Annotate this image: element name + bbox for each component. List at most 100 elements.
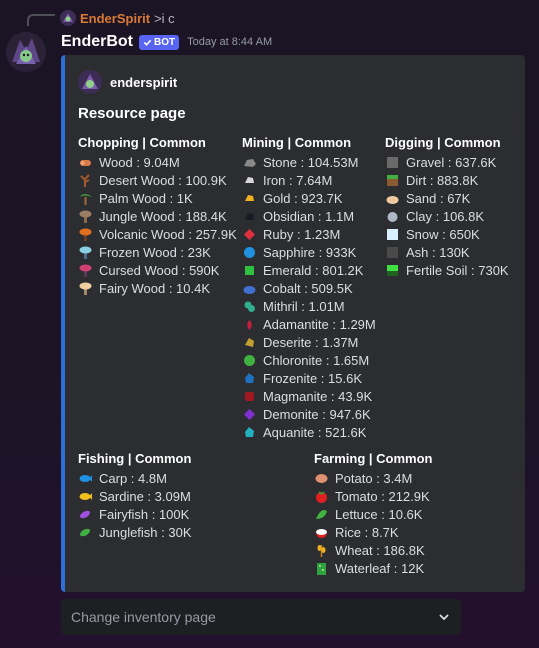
resource-item-label: Fairyfish : 100K <box>99 506 190 522</box>
resource-item-label: Chloronite : 1.65M <box>263 352 370 368</box>
resource-item: Lettuce : 10.6K <box>314 505 432 523</box>
resource-item-label: Waterleaf : 12K <box>335 560 425 576</box>
resource-item: Palm Wood : 1K <box>78 189 237 207</box>
iron-icon <box>245 176 254 183</box>
wood-icon <box>80 159 91 166</box>
frozenite-icon <box>245 372 254 383</box>
resource-item: Volcanic Wood : 257.9K <box>78 225 237 243</box>
resource-item: Wood : 9.04M <box>78 153 237 171</box>
field-farming: Farming | Common Potato : 3.4M Tomato : 2… <box>314 449 432 577</box>
resource-item: Demonite : 947.6K <box>242 405 376 423</box>
resource-item: Dirt : 883.8K <box>385 171 509 189</box>
carp-icon <box>79 474 92 482</box>
resource-item: Aquanite : 521.6K <box>242 423 376 441</box>
field-title: Digging | Common <box>385 135 501 150</box>
resource-item-label: Lettuce : 10.6K <box>335 506 423 522</box>
resource-item-label: Potato : 3.4M <box>335 470 413 486</box>
resource-item-label: Sapphire : 933K <box>263 244 357 260</box>
resource-item: Gravel : 637.6K <box>385 153 509 171</box>
resource-item: Junglefish : 30K <box>78 523 192 541</box>
field-digging: Digging | Common Gravel : 637.6K Dirt : 8… <box>385 133 509 279</box>
resource-item: Fairyfish : 100K <box>78 505 192 523</box>
ruby-icon <box>244 228 255 240</box>
resource-item: Emerald : 801.2K <box>242 261 376 279</box>
fertile-soil-icon <box>387 264 398 276</box>
magmanite-icon <box>245 391 254 401</box>
field-chopping: Chopping | Common Wood : 9.04M Desert Woo… <box>78 133 237 297</box>
resource-item: Frozenite : 15.6K <box>242 369 376 387</box>
resource-embed: enderspirit Resource page Chopping | Com… <box>61 55 525 592</box>
field-title: Farming | Common <box>314 451 433 466</box>
resource-item-label: Jungle Wood : 188.4K <box>99 208 227 224</box>
resource-item-label: Fertile Soil : 730K <box>406 262 509 278</box>
resource-item: Clay : 106.8K <box>385 207 509 225</box>
resource-item-label: Mithril : 1.01M <box>263 298 345 314</box>
verified-check-icon <box>143 39 152 46</box>
adamantite-icon <box>247 319 252 330</box>
resource-item-label: Dirt : 883.8K <box>406 172 479 188</box>
field-mining: Mining | Common Stone : 104.53M Iron : 7.… <box>242 133 376 441</box>
field-title: Mining | Common <box>242 135 352 150</box>
resource-item-label: Rice : 8.7K <box>335 524 399 540</box>
avatar[interactable] <box>6 32 46 72</box>
potato-icon <box>315 473 328 483</box>
resource-item: Ruby : 1.23M <box>242 225 376 243</box>
reply-avatar[interactable] <box>60 10 76 26</box>
resource-item: Iron : 7.64M <box>242 171 376 189</box>
sardine-icon <box>79 492 92 500</box>
resource-item: Sapphire : 933K <box>242 243 376 261</box>
resource-item: Cobalt : 509.5K <box>242 279 376 297</box>
resource-item-label: Cursed Wood : 590K <box>99 262 220 278</box>
resource-item-label: Desert Wood : 100.9K <box>99 172 227 188</box>
fairyfish-icon <box>80 510 90 518</box>
embed-author: enderspirit <box>78 70 177 94</box>
resource-item: Gold : 923.7K <box>242 189 376 207</box>
ash-icon <box>387 246 398 258</box>
resource-item: Potato : 3.4M <box>314 469 432 487</box>
resource-item-label: Demonite : 947.6K <box>263 406 371 422</box>
resource-item: Chloronite : 1.65M <box>242 351 376 369</box>
resource-item-label: Wheat : 186.8K <box>335 542 425 558</box>
field-title: Fishing | Common <box>78 451 192 466</box>
resource-item-label: Stone : 104.53M <box>263 154 359 170</box>
gold-icon <box>245 194 254 201</box>
sand-icon <box>386 195 399 204</box>
reply-preview[interactable]: EnderSpirit >i c <box>60 9 175 27</box>
resource-item-label: Carp : 4.8M <box>99 470 167 486</box>
resource-item-label: Aquanite : 521.6K <box>263 424 367 440</box>
resource-item-label: Cobalt : 509.5K <box>263 280 353 296</box>
embed-author-avatar <box>78 70 102 94</box>
reply-text[interactable]: >i c <box>154 11 175 26</box>
junglefish-icon <box>80 528 90 536</box>
resource-item: Wheat : 186.8K <box>314 541 432 559</box>
resource-item: Rice : 8.7K <box>314 523 432 541</box>
frozen-wood-icon <box>79 246 92 259</box>
field-fishing: Fishing | Common Carp : 4.8M Sardine : 3.… <box>78 449 192 541</box>
resource-item: Frozen Wood : 23K <box>78 243 237 261</box>
message-header: EnderBot BOT Today at 8:44 AM <box>61 32 272 52</box>
resource-item-label: Ruby : 1.23M <box>263 226 341 242</box>
embed-title: Resource page <box>78 105 186 122</box>
mithril-icon <box>244 301 255 312</box>
deserite-icon <box>245 337 254 347</box>
field-title: Chopping | Common <box>78 135 206 150</box>
resource-item: Mithril : 1.01M <box>242 297 376 315</box>
desert-wood-icon <box>80 173 90 187</box>
resource-item-label: Gold : 923.7K <box>263 190 343 206</box>
timestamp[interactable]: Today at 8:44 AM <box>187 36 272 48</box>
demonite-icon <box>244 408 255 420</box>
reply-username[interactable]: EnderSpirit <box>80 11 150 26</box>
waterleaf-icon <box>317 562 326 575</box>
resource-item: Obsidian : 1.1M <box>242 207 376 225</box>
resource-item: Adamantite : 1.29M <box>242 315 376 333</box>
chevron-down-icon <box>439 614 449 621</box>
stone-icon <box>244 158 256 167</box>
resource-item: Tomato : 212.9K <box>314 487 432 505</box>
tomato-icon <box>316 490 327 503</box>
resource-item: Deserite : 1.37M <box>242 333 376 351</box>
inventory-page-select[interactable]: Change inventory page <box>61 599 461 635</box>
bot-username[interactable]: EnderBot <box>61 33 133 51</box>
clay-icon <box>387 211 398 222</box>
resource-item-label: Sand : 67K <box>406 190 471 206</box>
resource-item: Ash : 130K <box>385 243 509 261</box>
